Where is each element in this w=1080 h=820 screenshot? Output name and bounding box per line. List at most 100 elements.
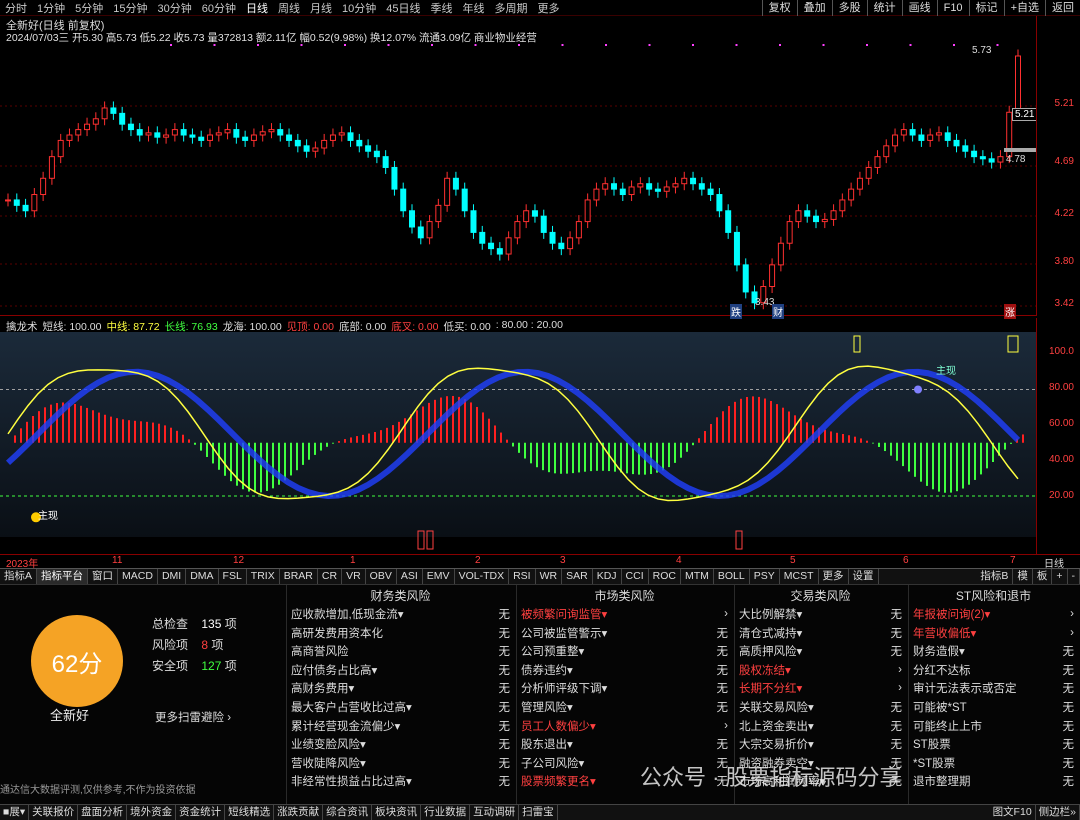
statusbar-item[interactable]: 扫雷宝 [519, 805, 558, 820]
indicator-tab-right[interactable]: 模 [1013, 569, 1033, 584]
risk-row[interactable]: 管理风险▾ 无 [521, 698, 728, 716]
period-item[interactable]: 季线 [426, 0, 458, 16]
indicator-tab[interactable]: 指标平台 [37, 569, 89, 584]
indicator-tab[interactable]: CR [318, 569, 343, 584]
risk-row[interactable]: 业绩变脸风险▾ 无 [291, 735, 510, 753]
period-item[interactable]: 15分钟 [108, 0, 152, 16]
indicator-tab[interactable]: DMI [158, 569, 187, 584]
indicator-tab[interactable]: MACD [118, 569, 158, 584]
risk-row[interactable]: 应付债务占比高▾ 无 [291, 661, 510, 679]
period-item[interactable]: 45日线 [381, 0, 425, 16]
risk-row[interactable]: 高研发费用资本化 无 [291, 624, 510, 642]
indicator-tab[interactable]: KDJ [593, 569, 622, 584]
risk-row[interactable]: 大宗交易折价▾ 无 [739, 735, 902, 753]
statusbar-item[interactable]: 涨跌贡献 [274, 805, 324, 820]
risk-row[interactable]: 非经常性损益占比过高▾ 无 [291, 772, 510, 790]
risk-row[interactable]: 股东退出▾ 无 [521, 735, 728, 753]
period-item[interactable]: 周线 [273, 0, 305, 16]
risk-row[interactable]: 大比例解禁▾ 无 [739, 605, 902, 623]
risk-row[interactable]: 债券违约▾ 无 [521, 661, 728, 679]
period-item[interactable]: 1分钟 [32, 0, 70, 16]
statusbar-item[interactable]: 板块资讯 [372, 805, 422, 820]
statusbar-item[interactable]: 图文F10 [990, 805, 1036, 820]
risk-row[interactable]: 清仓式减持▾ 无 [739, 624, 902, 642]
indicator-tab[interactable]: 更多 [819, 569, 849, 584]
period-item[interactable]: 30分钟 [153, 0, 197, 16]
risk-row[interactable]: 高商誉风险 无 [291, 642, 510, 660]
risk-row[interactable]: 高财务费用▾ 无 [291, 679, 510, 697]
risk-row[interactable]: *ST股票 无 [913, 754, 1074, 772]
add-watchlist-button[interactable]: +自选 [1003, 0, 1045, 16]
period-item[interactable]: 多周期 [490, 0, 533, 16]
indicator-chart[interactable]: 擒龙术 短线: 100.00 中线: 87.72 长线: 76.93 龙海: 1… [0, 318, 1036, 554]
statusbar-item[interactable]: 互动调研 [470, 805, 520, 820]
period-item[interactable]: 月线 [305, 0, 337, 16]
indicator-tab-right[interactable]: 指标B [976, 569, 1014, 584]
indicator-tab[interactable]: BRAR [280, 569, 318, 584]
indicator-tab-right[interactable]: - [1068, 569, 1080, 584]
indicator-tab[interactable]: FSL [219, 569, 247, 584]
risk-row[interactable]: 年营收偏低▾ › [913, 624, 1074, 642]
risk-row[interactable]: 员工人数偏少▾ › [521, 717, 728, 735]
mark-button[interactable]: 标记 [968, 0, 1004, 16]
statusbar-item[interactable]: 关联报价 [29, 805, 79, 820]
indicator-tab[interactable]: BOLL [714, 569, 750, 584]
risk-row[interactable]: 高质押风险▾ 无 [739, 642, 902, 660]
draw-line-button[interactable]: 画线 [901, 0, 937, 16]
indicator-tab[interactable]: CCI [622, 569, 649, 584]
indicator-tab[interactable]: DMA [186, 569, 219, 584]
indicator-tab[interactable]: 设置 [849, 569, 879, 584]
indicator-tab[interactable]: SAR [562, 569, 593, 584]
statusbar-item[interactable]: ■展▾ [0, 805, 30, 820]
kline-chart[interactable]: 全新好(日线 前复权) 2024/07/03三 开5.30 高5.73 低5.2… [0, 16, 1038, 319]
more-scan-link[interactable]: 更多扫雷避险 › [155, 709, 231, 725]
risk-row[interactable]: 长期不分红▾ › [739, 679, 902, 697]
statusbar-item[interactable]: 短线精选 [225, 805, 275, 820]
indicator-tab[interactable]: MTM [681, 569, 714, 584]
period-item[interactable]: 年线 [458, 0, 490, 16]
risk-row[interactable]: 退市整理期 无 [913, 772, 1074, 790]
statusbar-item[interactable]: 资金统计 [176, 805, 226, 820]
statusbar-item[interactable]: 侧边栏» [1036, 805, 1080, 820]
indicator-tab-right[interactable]: 板 [1033, 569, 1053, 584]
stats-button[interactable]: 统计 [866, 0, 902, 16]
indicator-tab[interactable]: 窗口 [88, 569, 119, 584]
risk-row[interactable]: 被频繁问询监管▾ › [521, 605, 728, 623]
statusbar-item[interactable]: 综合资讯 [323, 805, 373, 820]
risk-row[interactable]: 分析师评级下调▾ 无 [521, 679, 728, 697]
risk-row[interactable]: 营收陡降风险▾ 无 [291, 754, 510, 772]
risk-row[interactable]: 累计经营现金流偏少▾ 无 [291, 717, 510, 735]
indicator-tab-right[interactable]: + [1052, 569, 1068, 584]
risk-row[interactable]: 应收款增加,低现金流▾ 无 [291, 605, 510, 623]
fuquan-button[interactable]: 复权 [761, 0, 797, 16]
overlay-button[interactable]: 叠加 [796, 0, 832, 16]
risk-row[interactable]: 分红不达标 无 [913, 661, 1074, 679]
risk-row[interactable]: 最大客户占营收比过高▾ 无 [291, 698, 510, 716]
indicator-tab[interactable]: VR [342, 569, 366, 584]
risk-row[interactable]: 关联交易风险▾ 无 [739, 698, 902, 716]
back-button[interactable]: 返回 [1045, 0, 1080, 16]
statusbar-item[interactable]: 盘面分析 [78, 805, 128, 820]
multi-stock-button[interactable]: 多股 [831, 0, 867, 16]
statusbar-item[interactable]: 境外资金 [127, 805, 177, 820]
period-item[interactable]: 5分钟 [70, 0, 108, 16]
risk-row[interactable]: ST股票 无 [913, 735, 1074, 753]
indicator-tab[interactable]: PSY [750, 569, 780, 584]
indicator-tab[interactable]: MCST [780, 569, 819, 584]
period-item-daily[interactable]: 日线 [241, 0, 273, 16]
period-item-more[interactable]: 更多 [533, 0, 565, 16]
indicator-tab[interactable]: VOL-TDX [455, 569, 510, 584]
indicator-tab[interactable]: EMV [423, 569, 455, 584]
indicator-tab[interactable]: ASI [397, 569, 423, 584]
risk-row[interactable]: 财务造假▾ 无 [913, 642, 1074, 660]
risk-row[interactable]: 可能终止上市 无 [913, 717, 1074, 735]
risk-row[interactable]: 可能被*ST 无 [913, 698, 1074, 716]
risk-row[interactable]: 北上资金卖出▾ 无 [739, 717, 902, 735]
indicator-tab[interactable]: WR [536, 569, 563, 584]
indicator-tab[interactable]: TRIX [247, 569, 280, 584]
period-item[interactable]: 分时 [0, 0, 32, 16]
risk-row[interactable]: 公司被监管警示▾ 无 [521, 624, 728, 642]
risk-row[interactable]: 股权冻结▾ › [739, 661, 902, 679]
risk-row[interactable]: 审计无法表示或否定 无 [913, 679, 1074, 697]
period-item[interactable]: 60分钟 [197, 0, 241, 16]
